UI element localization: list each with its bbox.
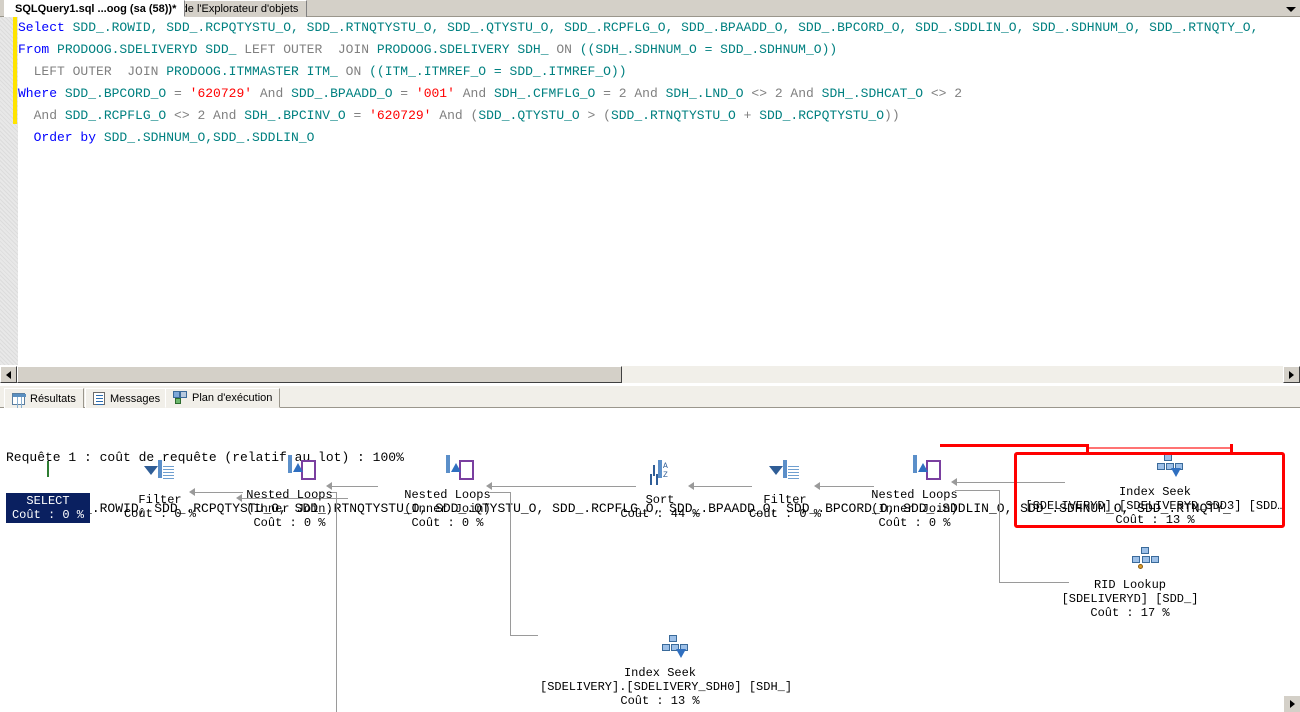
message-icon (93, 392, 105, 405)
plan-node-index-seek-sdh0-label: Index Seek (623, 666, 696, 680)
plan-node-rid-lookup-label: RID Lookup (1093, 578, 1166, 592)
plan-node-sort-cost: Coût : 44 % (620, 507, 700, 521)
tab-plan-execution[interactable]: Plan d'exécution (165, 388, 281, 408)
plan-node-index-seek-sdd3-cost: Coût : 13 % (1115, 513, 1195, 527)
plan-canvas[interactable]: SELECT Coût : 0 % Filter Coût : 0 % Nest… (0, 452, 1300, 712)
plan-node-nested-loops-3-sublabel: (Inner Join) (871, 502, 958, 516)
filter-icon (770, 460, 800, 490)
plan-node-nested-loops-1-sublabel: (Inner Join) (246, 502, 333, 516)
tab-resultats[interactable]: Résultats (4, 388, 84, 408)
plan-node-select[interactable]: SELECT Coût : 0 % (0, 461, 96, 523)
document-tab-strip: SQLQuery1.sql ...oog (sa (58))* Détails … (0, 0, 1300, 17)
execution-plan-pane[interactable]: Requête 1 : coût de requête (relatif au … (0, 408, 1300, 712)
tab-sqlquery1[interactable]: SQLQuery1.sql ...oog (sa (58))* (4, 0, 186, 17)
ssms-window: SQLQuery1.sql ...oog (sa (58))* Détails … (0, 0, 1300, 712)
sql-line-6: Order by SDD_.SDHNUM_O,SDD_.SDDLIN_O (18, 130, 315, 145)
results-tab-strip: Résultats Messages Plan d'exécution (0, 386, 1300, 408)
plan-node-index-seek-sdd3[interactable]: Index Seek [SDELIVERYD].[SDELIVERYD_SDD3… (1010, 454, 1300, 527)
sql-line-4: Where SDD_.BPCORD_O = '620729' And SDD_.… (18, 86, 963, 101)
red-annotation-underline-tick-2 (1230, 444, 1233, 454)
plan-scroll-right-button[interactable] (1284, 696, 1300, 712)
plan-node-select-cost: Coût : 0 % (11, 508, 84, 522)
filter-icon (145, 460, 175, 490)
plan-node-rid-lookup[interactable]: RID Lookup [SDELIVERYD] [SDD_] Coût : 17… (1010, 547, 1250, 620)
sql-line-1: Select SDD_.ROWID, SDD_.RCPQTYSTU_O, SDD… (18, 20, 1259, 35)
plan-node-nested-loops-2[interactable]: Nested Loops (Inner Join) Coût : 0 % (390, 455, 505, 530)
scroll-right-button[interactable] (1283, 366, 1300, 383)
editor-horizontal-scrollbar[interactable] (0, 365, 1300, 383)
plan-node-filter-2-cost: Coût : 0 % (748, 507, 821, 521)
sql-code-text[interactable]: Select SDD_.ROWID, SDD_.RCPQTYSTU_O, SDD… (18, 17, 1258, 149)
tab-messages-label: Messages (110, 392, 161, 405)
plan-node-sort-label: Sort (645, 493, 675, 507)
plan-node-nested-loops-3-cost: Coût : 0 % (878, 516, 951, 530)
plan-node-nested-loops-3-label: Nested Loops (871, 488, 958, 502)
nested-loops-icon (433, 455, 463, 485)
plan-node-nested-loops-2-sublabel: (Inner Join) (404, 502, 491, 516)
plan-node-nested-loops-2-label: Nested Loops (404, 488, 491, 502)
plan-node-index-seek-sdd3-object: [SDELIVERYD].[SDELIVERYD_SDD3] [SDD… (1025, 499, 1285, 513)
plan-node-filter-2-label: Filter (763, 493, 807, 507)
tab-plan-execution-label: Plan d'exécution (192, 392, 273, 404)
plan-node-select-label: SELECT (26, 494, 70, 508)
editor-change-marker (13, 17, 17, 124)
plan-node-filter-2[interactable]: Filter Coût : 0 % (735, 460, 835, 521)
plan-node-nested-loops-1-cost: Coût : 0 % (253, 516, 326, 530)
plan-node-filter-1[interactable]: Filter Coût : 0 % (110, 460, 210, 521)
rid-lookup-icon (1115, 547, 1159, 575)
plan-node-index-seek-sdh0-cost: Coût : 13 % (620, 694, 700, 708)
sql-editor-pane[interactable]: Select SDD_.ROWID, SDD_.RCPQTYSTU_O, SDD… (0, 17, 1300, 365)
red-annotation-underline (940, 444, 1088, 447)
scrollbar-thumb[interactable] (17, 366, 622, 383)
plan-node-nested-loops-1-label: Nested Loops (246, 488, 333, 502)
sql-line-5: And SDD_.RCPFLG_O <> 2 And SDH_.BPCINV_O… (18, 108, 900, 123)
nested-loops-icon (275, 455, 305, 485)
plan-node-nested-loops-3[interactable]: Nested Loops (Inner Join) Coût : 0 % (857, 455, 972, 530)
grid-icon (12, 392, 26, 405)
connector-loops3-lower-v (999, 490, 1000, 582)
sql-line-3: LEFT OUTER JOIN PRODOOG.ITMMASTER ITM_ O… (18, 64, 627, 79)
plan-node-nested-loops-2-cost: Coût : 0 % (411, 516, 484, 530)
plan-node-filter-1-cost: Coût : 0 % (123, 507, 196, 521)
plan-node-filter-1-label: Filter (138, 493, 182, 507)
chevron-down-icon[interactable] (1284, 3, 1298, 15)
connector-loops2-seek-sdh0 (510, 635, 538, 636)
plan-node-index-seek-sdh0[interactable]: Index Seek [SDELIVERY].[SDELIVERY_SDH0] … (540, 635, 793, 708)
plan-node-nested-loops-1[interactable]: Nested Loops (Inner Join) Coût : 0 % (232, 455, 347, 530)
execution-plan-icon (173, 391, 187, 405)
plan-node-sort[interactable]: Sort Coût : 44 % (610, 460, 710, 521)
sort-icon (645, 460, 675, 490)
plan-node-rid-lookup-cost: Coût : 17 % (1090, 606, 1170, 620)
plan-node-index-seek-sdh0-object: [SDELIVERY].[SDELIVERY_SDH0] [SDH_] (540, 680, 793, 694)
tab-sqlquery1-label: SQLQuery1.sql ...oog (sa (58))* (15, 2, 177, 15)
nested-loops-icon (900, 455, 930, 485)
red-annotation-underline-2 (1086, 447, 1233, 449)
tab-resultats-label: Résultats (30, 392, 76, 405)
tab-messages[interactable]: Messages (85, 388, 169, 408)
plan-node-rid-lookup-object: [SDELIVERYD] [SDD_] (1061, 592, 1199, 606)
scrollbar-track[interactable] (17, 366, 1283, 383)
connector-loops2-lower-v (510, 492, 511, 635)
index-seek-icon (645, 635, 688, 663)
plan-node-index-seek-sdd3-label: Index Seek (1118, 485, 1191, 499)
scroll-left-button[interactable] (0, 366, 17, 383)
sql-line-2: From PRODOOG.SDELIVERYD SDD_ LEFT OUTER … (18, 42, 838, 57)
index-seek-icon (1140, 454, 1183, 482)
select-result-icon (33, 461, 63, 490)
